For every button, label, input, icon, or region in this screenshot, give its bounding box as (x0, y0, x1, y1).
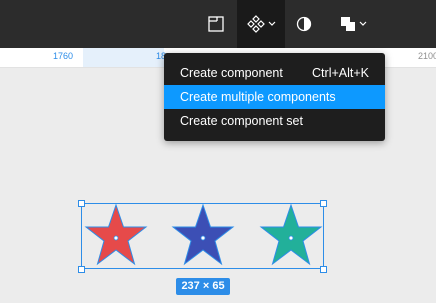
menu-item-label: Create component (180, 66, 283, 80)
ruler-tick: 2100 (418, 51, 436, 61)
menu-item-label: Create multiple components (180, 90, 336, 104)
menu-item-shortcut: Ctrl+Alt+K (312, 66, 369, 80)
menu-item-label: Create component set (180, 114, 303, 128)
boolean-button[interactable] (333, 0, 373, 48)
component-icon (246, 15, 265, 33)
chevron-down-icon (268, 21, 275, 26)
frame-button[interactable] (199, 0, 233, 48)
resize-handle-top-right[interactable] (320, 200, 327, 207)
create-component-button[interactable] (237, 0, 285, 48)
menu-item-create-component[interactable]: Create component Ctrl+Alt+K (164, 61, 385, 85)
menu-item-create-component-set[interactable]: Create component set (164, 109, 385, 133)
selection-bounding-box (81, 203, 324, 269)
ruler-selection-highlight (83, 48, 164, 67)
selection-size-badge: 237 × 65 (176, 278, 230, 295)
frame-icon (208, 16, 224, 32)
toolbar (0, 0, 436, 48)
boolean-icon (340, 17, 355, 31)
resize-handle-bottom-left[interactable] (78, 266, 85, 273)
resize-handle-bottom-right[interactable] (320, 266, 327, 273)
ruler-tick: 1760 (53, 51, 74, 61)
resize-handle-top-left[interactable] (78, 200, 85, 207)
menu-item-create-multiple-components[interactable]: Create multiple components (164, 85, 385, 109)
component-dropdown-menu: Create component Ctrl+Alt+K Create multi… (164, 53, 385, 141)
contrast-button[interactable] (287, 0, 321, 48)
chevron-down-icon (359, 21, 366, 26)
contrast-icon (296, 16, 312, 32)
